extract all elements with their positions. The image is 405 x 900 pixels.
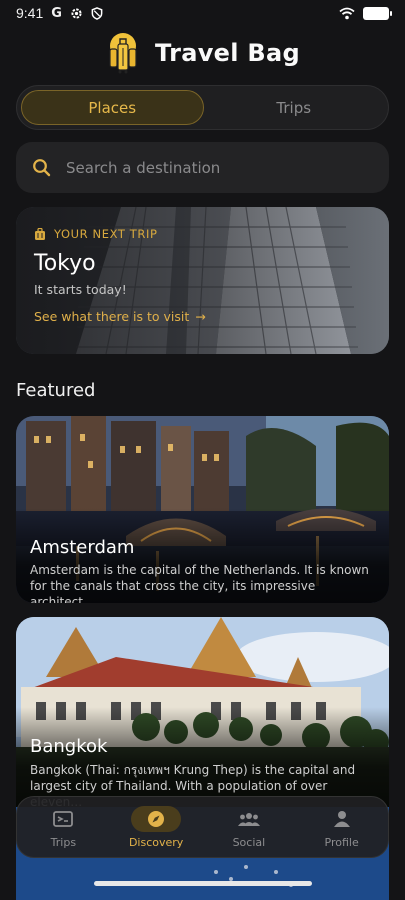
- shield-icon: [91, 6, 103, 20]
- person-icon: [317, 806, 367, 832]
- search-icon: [33, 158, 51, 176]
- search-input[interactable]: [66, 158, 373, 177]
- status-bar: 9:41 G: [0, 0, 405, 26]
- nav-item-trips[interactable]: Trips: [20, 806, 106, 849]
- ticket-icon: [38, 806, 88, 832]
- search-bar[interactable]: [16, 142, 389, 193]
- see-what-to-visit-link[interactable]: See what there is to visit →: [34, 309, 206, 324]
- next-trip-content: YOUR NEXT TRIP Tokyo It starts today! Se…: [34, 227, 206, 324]
- featured-card-amsterdam[interactable]: Amsterdam Amsterdam is the capital of th…: [16, 416, 389, 603]
- status-time: 9:41: [16, 5, 44, 21]
- tab-trips[interactable]: Trips: [204, 90, 385, 125]
- nav-label-social: Social: [232, 835, 266, 849]
- bottom-navigation: Trips Discovery Social Profile: [16, 796, 389, 858]
- tab-places[interactable]: Places: [21, 90, 204, 125]
- google-g-icon: G: [51, 5, 62, 21]
- arrow-right-icon: →: [195, 309, 206, 324]
- nav-label-trips: Trips: [50, 835, 77, 849]
- compass-icon: [131, 805, 182, 832]
- luggage-icon: [35, 227, 45, 240]
- next-trip-kicker: YOUR NEXT TRIP: [34, 227, 206, 241]
- featured-city-name: Bangkok: [30, 736, 108, 757]
- wifi-icon: [339, 7, 355, 19]
- next-trip-subtitle: It starts today!: [34, 282, 127, 297]
- featured-heading: Featured: [16, 380, 96, 401]
- nav-item-discovery[interactable]: Discovery: [113, 805, 199, 849]
- travel-bag-logo-icon: [109, 33, 137, 74]
- nav-label-discovery: Discovery: [128, 835, 184, 849]
- next-trip-city: Tokyo: [34, 251, 96, 276]
- next-trip-label: YOUR NEXT TRIP: [54, 227, 158, 241]
- app-title: Travel Bag: [155, 39, 300, 67]
- featured-city-name: Amsterdam: [30, 537, 135, 558]
- people-icon: [224, 806, 274, 832]
- see-what-to-visit-label: See what there is to visit: [34, 309, 190, 324]
- gear-icon: [71, 7, 82, 19]
- nav-item-profile[interactable]: Profile: [299, 806, 385, 849]
- places-trips-tabs: Places Trips: [16, 85, 389, 130]
- next-trip-card[interactable]: YOUR NEXT TRIP Tokyo It starts today! Se…: [16, 207, 389, 354]
- nav-label-profile: Profile: [324, 835, 359, 849]
- nav-item-social[interactable]: Social: [206, 806, 292, 849]
- battery-icon: [363, 6, 392, 20]
- featured-city-description: Amsterdam is the capital of the Netherla…: [30, 563, 369, 603]
- app-header: Travel Bag: [0, 30, 405, 76]
- home-indicator[interactable]: [94, 881, 312, 886]
